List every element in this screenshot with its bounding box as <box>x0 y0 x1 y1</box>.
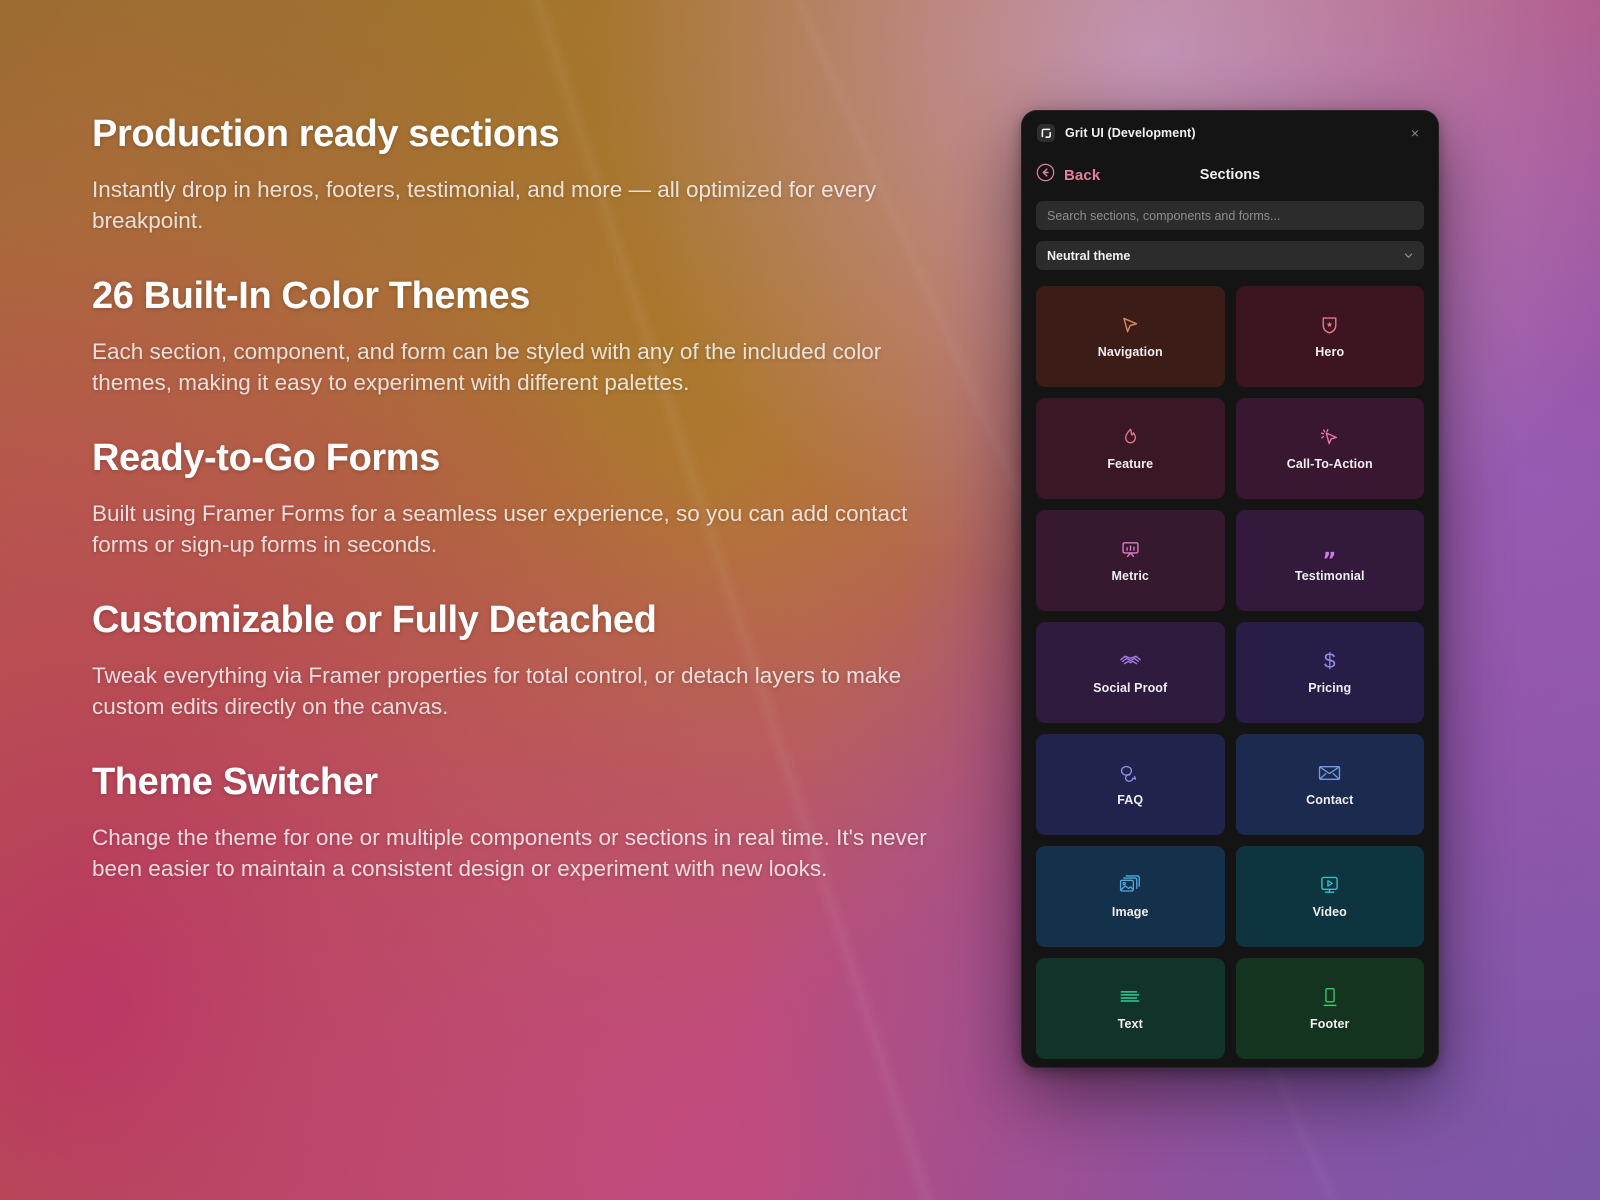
section-card-faq[interactable]: FAQ <box>1036 734 1225 835</box>
footer-panel-icon <box>1322 986 1338 1008</box>
section-card-social-proof[interactable]: Social Proof <box>1036 622 1225 723</box>
shield-star-icon <box>1320 314 1339 336</box>
section-card-navigation[interactable]: Navigation <box>1036 286 1225 387</box>
section-card-video[interactable]: Video <box>1236 846 1425 947</box>
feature-body: Change the theme for one or multiple com… <box>92 822 947 884</box>
section-card-hero[interactable]: Hero <box>1236 286 1425 387</box>
section-card-label: Call-To-Action <box>1287 457 1373 471</box>
section-card-pricing[interactable]: $ Pricing <box>1236 622 1425 723</box>
search-input[interactable] <box>1036 201 1424 230</box>
feature-title: 26 Built-In Color Themes <box>92 274 952 319</box>
section-card-label: Hero <box>1315 345 1344 359</box>
feature-body: Tweak everything via Framer properties f… <box>92 660 947 722</box>
presentation-chart-icon <box>1120 538 1141 560</box>
quote-marks-icon: „ <box>1323 538 1337 560</box>
chevron-down-icon <box>1403 250 1414 261</box>
feature-body: Built using Framer Forms for a seamless … <box>92 498 947 560</box>
feature-block: Production ready sections Instantly drop… <box>92 112 952 236</box>
feature-copy-column: Production ready sections Instantly drop… <box>92 112 952 884</box>
section-card-metric[interactable]: Metric <box>1036 510 1225 611</box>
section-card-label: Contact <box>1306 793 1353 807</box>
text-lines-icon <box>1119 986 1141 1008</box>
feature-block: Theme Switcher Change the theme for one … <box>92 760 952 884</box>
section-card-label: Feature <box>1107 457 1153 471</box>
feature-body: Instantly drop in heros, footers, testim… <box>92 174 947 236</box>
section-card-label: Text <box>1118 1017 1143 1031</box>
grit-logo-icon <box>1037 124 1055 142</box>
section-card-label: Metric <box>1112 569 1149 583</box>
panel-titlebar: Grit UI (Development) × <box>1022 111 1438 155</box>
envelope-icon <box>1318 762 1341 784</box>
cursor-arrow-icon <box>1120 314 1141 336</box>
feature-block: Ready-to-Go Forms Built using Framer For… <box>92 436 952 560</box>
arrow-left-circle-icon <box>1036 163 1055 187</box>
feature-block: Customizable or Fully Detached Tweak eve… <box>92 598 952 722</box>
chat-bubbles-icon <box>1119 762 1141 784</box>
section-card-label: Video <box>1313 905 1347 919</box>
close-icon[interactable]: × <box>1405 123 1425 143</box>
panel-controls: Neutral theme <box>1022 195 1438 270</box>
section-card-contact[interactable]: Contact <box>1236 734 1425 835</box>
plugin-panel: Grit UI (Development) × Back Sections Ne… <box>1021 110 1439 1068</box>
sections-grid: Navigation Hero Featu <box>1036 286 1424 1059</box>
handshake-icon <box>1119 650 1142 672</box>
section-card-text[interactable]: Text <box>1036 958 1225 1059</box>
flame-icon <box>1121 426 1140 448</box>
feature-body: Each section, component, and form can be… <box>92 336 947 398</box>
theme-select-value: Neutral theme <box>1047 249 1130 263</box>
panel-nav-row: Back Sections <box>1022 155 1438 195</box>
section-card-label: Social Proof <box>1093 681 1167 695</box>
section-card-label: Footer <box>1310 1017 1350 1031</box>
back-button-label: Back <box>1064 167 1100 184</box>
back-button[interactable]: Back <box>1036 163 1100 187</box>
section-card-label: Image <box>1112 905 1149 919</box>
feature-title: Production ready sections <box>92 112 952 157</box>
feature-title: Theme Switcher <box>92 760 952 805</box>
feature-block: 26 Built-In Color Themes Each section, c… <box>92 274 952 398</box>
feature-title: Customizable or Fully Detached <box>92 598 952 643</box>
dollar-sign-icon: $ <box>1324 650 1336 672</box>
feature-title: Ready-to-Go Forms <box>92 436 952 481</box>
section-card-feature[interactable]: Feature <box>1036 398 1225 499</box>
section-card-label: Testimonial <box>1295 569 1365 583</box>
section-card-testimonial[interactable]: „ Testimonial <box>1236 510 1425 611</box>
section-card-label: Pricing <box>1308 681 1351 695</box>
section-card-label: Navigation <box>1098 345 1163 359</box>
section-card-label: FAQ <box>1117 793 1143 807</box>
section-card-call-to-action[interactable]: Call-To-Action <box>1236 398 1425 499</box>
page-root: Production ready sections Instantly drop… <box>0 0 1600 1200</box>
video-monitor-icon <box>1319 874 1340 896</box>
cursor-click-icon <box>1319 426 1340 448</box>
section-card-image[interactable]: Image <box>1036 846 1225 947</box>
panel-app-title: Grit UI (Development) <box>1065 126 1196 140</box>
section-card-footer[interactable]: Footer <box>1236 958 1425 1059</box>
photo-stack-icon <box>1119 874 1141 896</box>
theme-select[interactable]: Neutral theme <box>1036 241 1424 270</box>
